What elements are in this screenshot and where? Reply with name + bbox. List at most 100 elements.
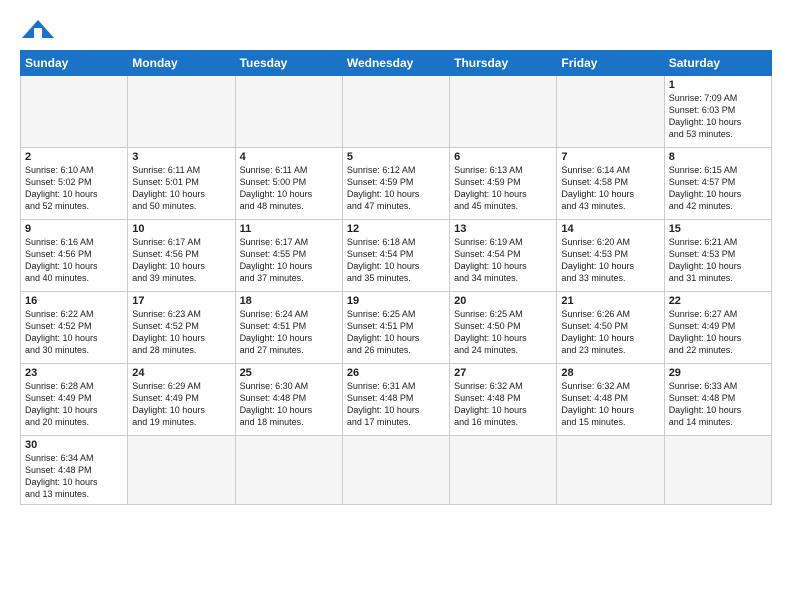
day-cell-3: 3Sunrise: 6:11 AM Sunset: 5:01 PM Daylig… xyxy=(128,148,235,220)
logo-icon xyxy=(20,18,56,40)
day-number: 16 xyxy=(25,295,123,307)
day-number: 9 xyxy=(25,223,123,235)
day-number: 24 xyxy=(132,367,230,379)
empty-cell xyxy=(557,436,664,505)
day-cell-7: 7Sunrise: 6:14 AM Sunset: 4:58 PM Daylig… xyxy=(557,148,664,220)
day-info: Sunrise: 6:27 AM Sunset: 4:49 PM Dayligh… xyxy=(669,308,767,357)
day-cell-16: 16Sunrise: 6:22 AM Sunset: 4:52 PM Dayli… xyxy=(21,292,128,364)
day-info: Sunrise: 6:10 AM Sunset: 5:02 PM Dayligh… xyxy=(25,164,123,213)
day-number: 20 xyxy=(454,295,552,307)
day-cell-30: 30Sunrise: 6:34 AM Sunset: 4:48 PM Dayli… xyxy=(21,436,128,505)
day-cell-28: 28Sunrise: 6:32 AM Sunset: 4:48 PM Dayli… xyxy=(557,364,664,436)
day-info: Sunrise: 6:11 AM Sunset: 5:00 PM Dayligh… xyxy=(240,164,338,213)
day-number: 14 xyxy=(561,223,659,235)
day-cell-29: 29Sunrise: 6:33 AM Sunset: 4:48 PM Dayli… xyxy=(664,364,771,436)
week-row-1: 1Sunrise: 7:09 AM Sunset: 6:03 PM Daylig… xyxy=(21,76,772,148)
day-number: 5 xyxy=(347,151,445,163)
empty-cell xyxy=(450,76,557,148)
day-info: Sunrise: 6:11 AM Sunset: 5:01 PM Dayligh… xyxy=(132,164,230,213)
weekday-header-sunday: Sunday xyxy=(21,51,128,76)
weekday-header-monday: Monday xyxy=(128,51,235,76)
day-number: 10 xyxy=(132,223,230,235)
day-info: Sunrise: 6:20 AM Sunset: 4:53 PM Dayligh… xyxy=(561,236,659,285)
day-number: 13 xyxy=(454,223,552,235)
day-info: Sunrise: 6:32 AM Sunset: 4:48 PM Dayligh… xyxy=(454,380,552,429)
day-cell-21: 21Sunrise: 6:26 AM Sunset: 4:50 PM Dayli… xyxy=(557,292,664,364)
day-cell-2: 2Sunrise: 6:10 AM Sunset: 5:02 PM Daylig… xyxy=(21,148,128,220)
day-number: 12 xyxy=(347,223,445,235)
day-info: Sunrise: 6:23 AM Sunset: 4:52 PM Dayligh… xyxy=(132,308,230,357)
day-info: Sunrise: 6:32 AM Sunset: 4:48 PM Dayligh… xyxy=(561,380,659,429)
day-info: Sunrise: 6:14 AM Sunset: 4:58 PM Dayligh… xyxy=(561,164,659,213)
day-info: Sunrise: 6:15 AM Sunset: 4:57 PM Dayligh… xyxy=(669,164,767,213)
day-cell-18: 18Sunrise: 6:24 AM Sunset: 4:51 PM Dayli… xyxy=(235,292,342,364)
day-number: 11 xyxy=(240,223,338,235)
day-info: Sunrise: 6:24 AM Sunset: 4:51 PM Dayligh… xyxy=(240,308,338,357)
day-info: Sunrise: 6:16 AM Sunset: 4:56 PM Dayligh… xyxy=(25,236,123,285)
week-row-4: 16Sunrise: 6:22 AM Sunset: 4:52 PM Dayli… xyxy=(21,292,772,364)
empty-cell xyxy=(557,76,664,148)
weekday-header-friday: Friday xyxy=(557,51,664,76)
day-number: 26 xyxy=(347,367,445,379)
empty-cell xyxy=(235,436,342,505)
day-cell-20: 20Sunrise: 6:25 AM Sunset: 4:50 PM Dayli… xyxy=(450,292,557,364)
day-info: Sunrise: 6:12 AM Sunset: 4:59 PM Dayligh… xyxy=(347,164,445,213)
day-info: Sunrise: 6:29 AM Sunset: 4:49 PM Dayligh… xyxy=(132,380,230,429)
day-number: 22 xyxy=(669,295,767,307)
day-number: 21 xyxy=(561,295,659,307)
day-cell-9: 9Sunrise: 6:16 AM Sunset: 4:56 PM Daylig… xyxy=(21,220,128,292)
day-number: 15 xyxy=(669,223,767,235)
calendar-table: SundayMondayTuesdayWednesdayThursdayFrid… xyxy=(20,50,772,505)
day-info: Sunrise: 6:13 AM Sunset: 4:59 PM Dayligh… xyxy=(454,164,552,213)
day-number: 6 xyxy=(454,151,552,163)
empty-cell xyxy=(128,436,235,505)
empty-cell xyxy=(235,76,342,148)
day-cell-25: 25Sunrise: 6:30 AM Sunset: 4:48 PM Dayli… xyxy=(235,364,342,436)
day-cell-26: 26Sunrise: 6:31 AM Sunset: 4:48 PM Dayli… xyxy=(342,364,449,436)
day-number: 27 xyxy=(454,367,552,379)
day-cell-6: 6Sunrise: 6:13 AM Sunset: 4:59 PM Daylig… xyxy=(450,148,557,220)
day-cell-14: 14Sunrise: 6:20 AM Sunset: 4:53 PM Dayli… xyxy=(557,220,664,292)
day-info: Sunrise: 6:26 AM Sunset: 4:50 PM Dayligh… xyxy=(561,308,659,357)
day-cell-8: 8Sunrise: 6:15 AM Sunset: 4:57 PM Daylig… xyxy=(664,148,771,220)
empty-cell xyxy=(342,76,449,148)
day-number: 8 xyxy=(669,151,767,163)
empty-cell xyxy=(664,436,771,505)
day-number: 3 xyxy=(132,151,230,163)
day-cell-4: 4Sunrise: 6:11 AM Sunset: 5:00 PM Daylig… xyxy=(235,148,342,220)
logo xyxy=(20,16,56,40)
weekday-header-saturday: Saturday xyxy=(664,51,771,76)
day-info: Sunrise: 6:31 AM Sunset: 4:48 PM Dayligh… xyxy=(347,380,445,429)
day-info: Sunrise: 6:19 AM Sunset: 4:54 PM Dayligh… xyxy=(454,236,552,285)
day-number: 23 xyxy=(25,367,123,379)
day-cell-19: 19Sunrise: 6:25 AM Sunset: 4:51 PM Dayli… xyxy=(342,292,449,364)
day-cell-12: 12Sunrise: 6:18 AM Sunset: 4:54 PM Dayli… xyxy=(342,220,449,292)
day-number: 1 xyxy=(669,79,767,91)
day-info: Sunrise: 6:25 AM Sunset: 4:50 PM Dayligh… xyxy=(454,308,552,357)
day-number: 18 xyxy=(240,295,338,307)
day-cell-13: 13Sunrise: 6:19 AM Sunset: 4:54 PM Dayli… xyxy=(450,220,557,292)
week-row-5: 23Sunrise: 6:28 AM Sunset: 4:49 PM Dayli… xyxy=(21,364,772,436)
day-info: Sunrise: 6:17 AM Sunset: 4:55 PM Dayligh… xyxy=(240,236,338,285)
day-number: 7 xyxy=(561,151,659,163)
day-cell-17: 17Sunrise: 6:23 AM Sunset: 4:52 PM Dayli… xyxy=(128,292,235,364)
day-info: Sunrise: 6:17 AM Sunset: 4:56 PM Dayligh… xyxy=(132,236,230,285)
day-info: Sunrise: 7:09 AM Sunset: 6:03 PM Dayligh… xyxy=(669,92,767,141)
day-cell-10: 10Sunrise: 6:17 AM Sunset: 4:56 PM Dayli… xyxy=(128,220,235,292)
empty-cell xyxy=(21,76,128,148)
day-info: Sunrise: 6:21 AM Sunset: 4:53 PM Dayligh… xyxy=(669,236,767,285)
day-info: Sunrise: 6:25 AM Sunset: 4:51 PM Dayligh… xyxy=(347,308,445,357)
day-number: 2 xyxy=(25,151,123,163)
header xyxy=(20,16,772,40)
week-row-3: 9Sunrise: 6:16 AM Sunset: 4:56 PM Daylig… xyxy=(21,220,772,292)
day-cell-15: 15Sunrise: 6:21 AM Sunset: 4:53 PM Dayli… xyxy=(664,220,771,292)
empty-cell xyxy=(450,436,557,505)
week-row-6: 30Sunrise: 6:34 AM Sunset: 4:48 PM Dayli… xyxy=(21,436,772,505)
day-cell-24: 24Sunrise: 6:29 AM Sunset: 4:49 PM Dayli… xyxy=(128,364,235,436)
day-number: 30 xyxy=(25,439,123,451)
day-cell-5: 5Sunrise: 6:12 AM Sunset: 4:59 PM Daylig… xyxy=(342,148,449,220)
day-number: 4 xyxy=(240,151,338,163)
day-info: Sunrise: 6:22 AM Sunset: 4:52 PM Dayligh… xyxy=(25,308,123,357)
week-row-2: 2Sunrise: 6:10 AM Sunset: 5:02 PM Daylig… xyxy=(21,148,772,220)
day-number: 17 xyxy=(132,295,230,307)
